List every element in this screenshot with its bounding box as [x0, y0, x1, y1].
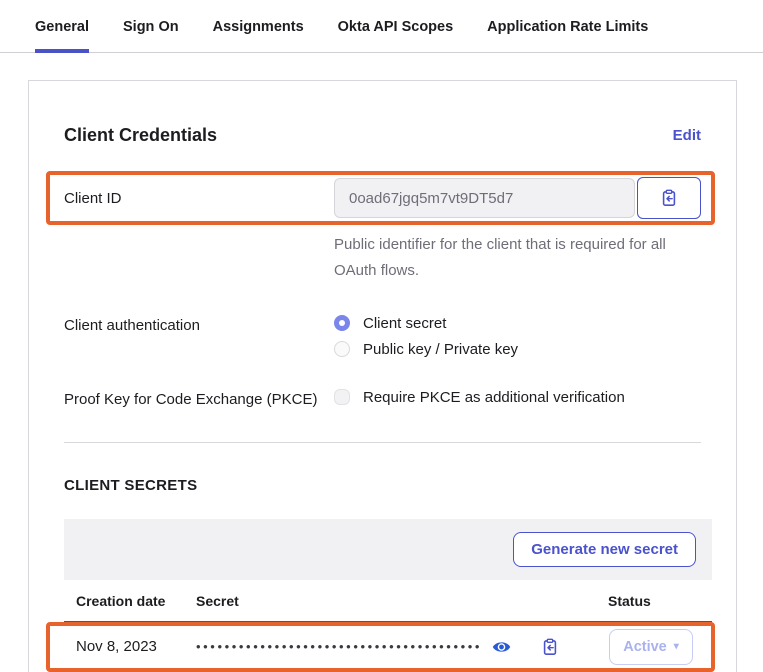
secret-row-highlight-box: Nov 8, 2023 ••••••••••••••••••••••••••••… [46, 622, 715, 672]
eye-icon[interactable] [492, 640, 511, 654]
secrets-table-header: Creation date Secret Status [64, 580, 712, 622]
pkce-checkbox-label: Require PKCE as additional verification [363, 389, 625, 406]
checkbox-unchecked-icon[interactable] [334, 389, 350, 405]
auth-option-client-secret[interactable]: Client secret [334, 315, 701, 332]
secrets-toolbar: Generate new secret [64, 519, 712, 580]
pkce-label: Proof Key for Code Exchange (PKCE) [64, 389, 334, 408]
secret-status-dropdown[interactable]: Active ▾ [609, 629, 693, 665]
client-id-label: Client ID [64, 190, 334, 207]
pkce-checkbox-option[interactable]: Require PKCE as additional verification [334, 389, 701, 406]
masked-secret-value: •••••••••••••••••••••••••••••••••••••••• [196, 639, 482, 654]
status-label: Active [623, 639, 667, 655]
auth-option-public-private-key[interactable]: Public key / Private key [334, 341, 701, 358]
section-divider [64, 442, 701, 443]
generate-new-secret-button[interactable]: Generate new secret [513, 532, 696, 567]
radio-unselected-icon[interactable] [334, 341, 350, 357]
column-header-creation-date: Creation date [76, 593, 196, 609]
auth-option-label: Client secret [363, 315, 446, 332]
copy-secret-clipboard-icon[interactable] [541, 638, 559, 656]
tab-application-rate-limits[interactable]: Application Rate Limits [487, 0, 648, 53]
spacer [64, 232, 334, 234]
tab-okta-api-scopes[interactable]: Okta API Scopes [338, 0, 454, 53]
radio-selected-icon[interactable] [334, 315, 350, 331]
client-secrets-title: CLIENT SECRETS [64, 477, 701, 494]
tab-sign-on[interactable]: Sign On [123, 0, 179, 53]
section-title: Client Credentials [64, 125, 217, 146]
chevron-down-icon: ▾ [674, 641, 679, 652]
secret-creation-date: Nov 8, 2023 [76, 638, 196, 655]
client-credentials-card: Client Credentials Edit Client ID [28, 80, 737, 672]
column-header-secret: Secret [196, 593, 608, 609]
client-id-highlight-box: Client ID [46, 171, 715, 225]
column-header-status: Status [608, 593, 712, 609]
client-id-input[interactable] [334, 178, 635, 218]
tab-assignments[interactable]: Assignments [213, 0, 304, 53]
client-auth-label: Client authentication [64, 315, 334, 334]
auth-option-label: Public key / Private key [363, 341, 518, 358]
secret-cell: •••••••••••••••••••••••••••••••••••••••• [196, 638, 609, 656]
tab-general[interactable]: General [35, 0, 89, 53]
app-tabbar: General Sign On Assignments Okta API Sco… [0, 0, 763, 53]
client-id-help-text: Public identifier for the client that is… [334, 232, 686, 285]
copy-client-id-button[interactable] [637, 177, 701, 219]
clipboard-icon [660, 189, 678, 207]
edit-link[interactable]: Edit [673, 127, 701, 144]
